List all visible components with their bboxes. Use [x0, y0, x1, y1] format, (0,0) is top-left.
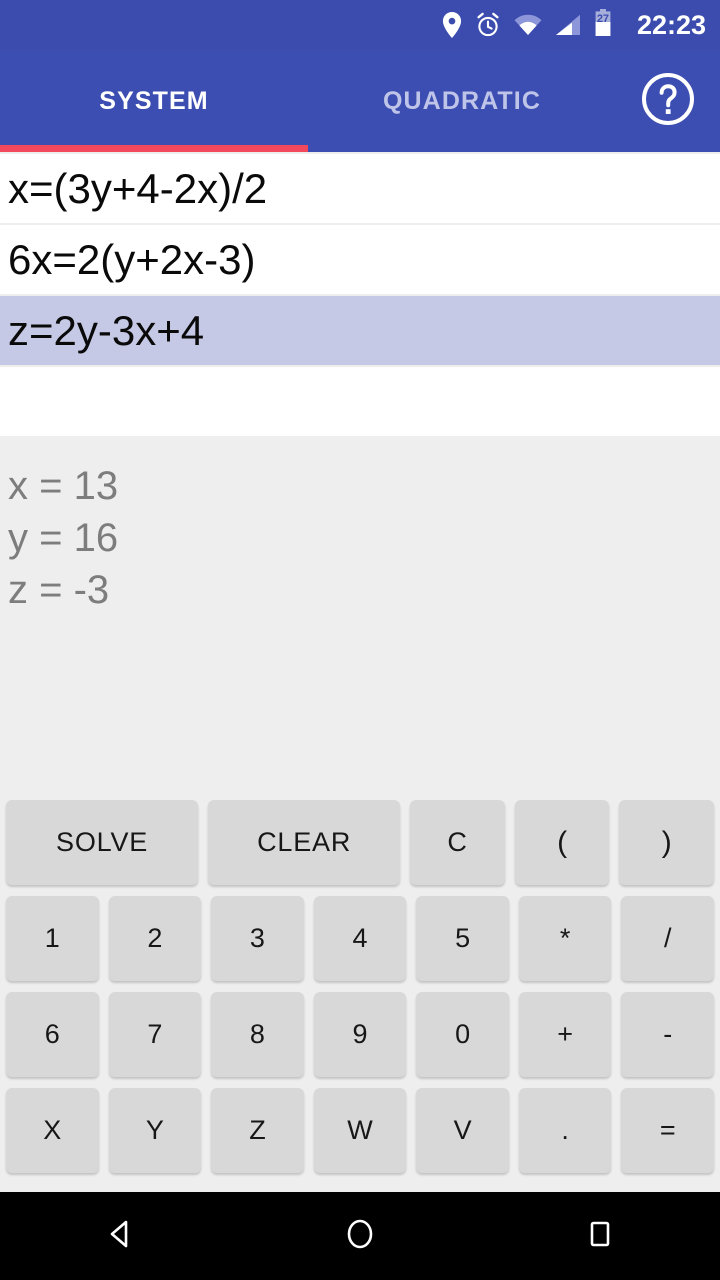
keypad-row-1: 1 2 3 4 5 * /	[6, 896, 715, 981]
equation-row-empty[interactable]	[0, 367, 720, 436]
equation-row[interactable]: x=(3y+4-2x)/2	[0, 154, 720, 223]
battery-percent-label: 27	[596, 13, 610, 25]
key-7[interactable]: 7	[108, 992, 202, 1077]
key-0[interactable]: 0	[416, 992, 509, 1077]
clear-button[interactable]: CLEAR	[208, 800, 401, 885]
keypad: SOLVE CLEAR C ( ) 1 2 3 4 5 * / 6 7 8 9 …	[0, 800, 720, 1192]
recents-button[interactable]	[540, 1192, 660, 1280]
close-paren-button[interactable]: )	[619, 800, 715, 885]
tab-system-label: SYSTEM	[99, 86, 209, 115]
status-icon-group: 27 22:23	[442, 9, 706, 41]
result-line-x: x = 13	[8, 464, 119, 508]
battery-icon: 27	[594, 9, 612, 41]
key-w[interactable]: W	[313, 1088, 407, 1173]
result-line-z: z = -3	[8, 568, 110, 612]
key-plus[interactable]: +	[518, 992, 612, 1077]
key-6[interactable]: 6	[6, 992, 99, 1077]
recents-icon	[583, 1217, 617, 1256]
status-clock: 22:23	[636, 9, 706, 40]
equation-list: x=(3y+4-2x)/2 6x=2(y+2x-3) z=2y-3x+4	[0, 152, 720, 438]
app-root: 27 22:23 SYSTEM QUADRATIC x=(3y+4-2x)/2 …	[0, 0, 720, 1280]
signal-icon	[555, 14, 581, 36]
status-bar: 27 22:23	[0, 0, 720, 50]
tab-indicator	[0, 145, 308, 152]
key-y[interactable]: Y	[108, 1088, 202, 1173]
key-v[interactable]: V	[416, 1088, 509, 1173]
help-button[interactable]	[616, 50, 720, 152]
equation-text: x=(3y+4-2x)/2	[8, 164, 268, 212]
key-minus[interactable]: -	[621, 992, 715, 1077]
tab-system[interactable]: SYSTEM	[0, 50, 308, 152]
alarm-icon	[475, 12, 501, 38]
keypad-row-2: 6 7 8 9 0 + -	[6, 992, 715, 1077]
key-z[interactable]: Z	[211, 1088, 304, 1173]
key-multiply[interactable]: *	[518, 896, 612, 981]
key-divide[interactable]: /	[621, 896, 715, 981]
open-paren-button[interactable]: (	[514, 800, 610, 885]
keypad-row-actions: SOLVE CLEAR C ( )	[6, 800, 715, 885]
wifi-icon	[514, 14, 542, 36]
app-bar: SYSTEM QUADRATIC	[0, 50, 720, 152]
tab-bar: SYSTEM QUADRATIC	[0, 50, 616, 152]
results-panel: x = 13 y = 16 z = -3	[0, 438, 720, 800]
key-2[interactable]: 2	[108, 896, 202, 981]
keypad-row-3: X Y Z W V . =	[6, 1088, 715, 1173]
key-5[interactable]: 5	[416, 896, 509, 981]
equation-row-selected[interactable]: z=2y-3x+4	[0, 296, 720, 365]
result-line-y: y = 16	[8, 516, 119, 560]
location-pin-icon	[442, 12, 462, 38]
equation-row[interactable]: 6x=2(y+2x-3)	[0, 225, 720, 294]
key-8[interactable]: 8	[211, 992, 304, 1077]
tab-quadratic-label: QUADRATIC	[382, 86, 542, 115]
home-button[interactable]	[300, 1192, 420, 1280]
equation-text: 6x=2(y+2x-3)	[8, 235, 256, 283]
android-nav-bar	[0, 1192, 720, 1280]
key-4[interactable]: 4	[313, 896, 407, 981]
home-icon	[343, 1217, 377, 1256]
key-9[interactable]: 9	[313, 992, 407, 1077]
key-decimal-point[interactable]: .	[518, 1088, 612, 1173]
back-button[interactable]	[60, 1192, 180, 1280]
key-x[interactable]: X	[6, 1088, 99, 1173]
solve-button[interactable]: SOLVE	[6, 800, 199, 885]
back-icon	[103, 1217, 137, 1256]
key-equals[interactable]: =	[621, 1088, 715, 1173]
equation-text: z=2y-3x+4	[8, 306, 205, 354]
key-1[interactable]: 1	[6, 896, 99, 981]
key-3[interactable]: 3	[211, 896, 304, 981]
tab-quadratic[interactable]: QUADRATIC	[308, 50, 616, 152]
help-circle-icon	[640, 71, 696, 132]
c-button[interactable]: C	[410, 800, 505, 885]
